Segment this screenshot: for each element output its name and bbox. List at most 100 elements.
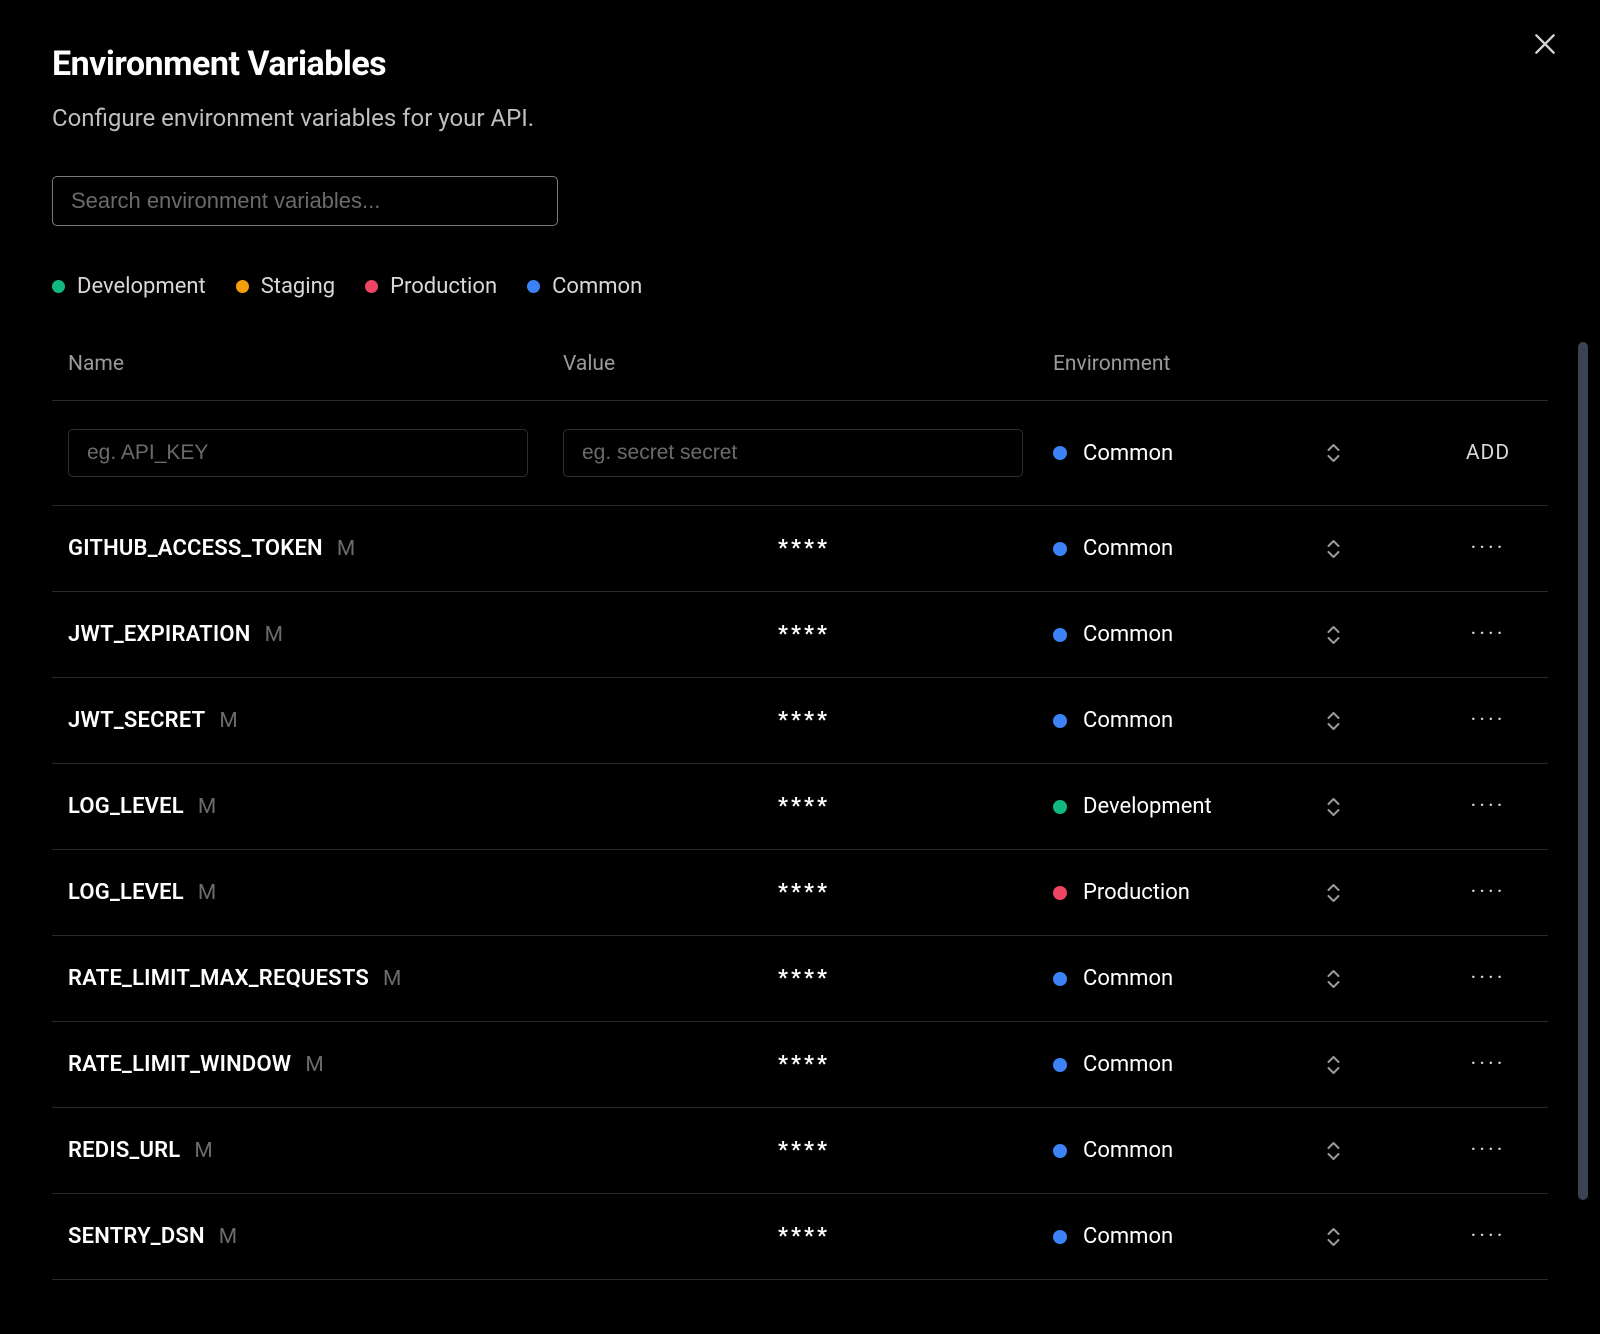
env-sort-toggle[interactable] <box>1303 882 1363 904</box>
var-name: SENTRY_DSN M <box>68 1224 778 1249</box>
legend-item: Production <box>365 274 497 299</box>
add-env-selector[interactable]: Common <box>1053 441 1303 466</box>
row-env-selector[interactable]: Common <box>1053 966 1303 991</box>
row-env-label: Common <box>1083 1224 1173 1249</box>
env-dot-icon <box>1053 714 1067 728</box>
more-button[interactable]: ···· <box>1363 966 1563 991</box>
row-env-label: Common <box>1083 1138 1173 1163</box>
env-dot-icon <box>1053 972 1067 986</box>
var-badge: M <box>305 1053 323 1077</box>
table-row: LOG_LEVEL M **** Production ···· <box>52 850 1548 936</box>
env-sort-toggle[interactable] <box>1303 796 1363 818</box>
row-env-label: Common <box>1083 622 1173 647</box>
row-env-selector[interactable]: Production <box>1053 880 1303 905</box>
more-button[interactable]: ···· <box>1363 1224 1563 1249</box>
row-env-label: Common <box>1083 1052 1173 1077</box>
env-sort-toggle[interactable] <box>1303 710 1363 732</box>
chevron-updown-icon <box>1325 1140 1342 1162</box>
env-sort-toggle[interactable] <box>1303 442 1363 464</box>
legend-label: Common <box>552 274 642 299</box>
env-legend: Development Staging Production Common <box>52 274 1548 299</box>
more-button[interactable]: ···· <box>1363 1138 1563 1163</box>
row-env-selector[interactable]: Common <box>1053 1224 1303 1249</box>
var-value: **** <box>778 1138 1053 1163</box>
var-name-text: GITHUB_ACCESS_TOKEN <box>68 536 323 561</box>
chevron-updown-icon <box>1325 882 1342 904</box>
table-row: JWT_EXPIRATION M **** Common ···· <box>52 592 1548 678</box>
env-sort-toggle[interactable] <box>1303 1226 1363 1248</box>
env-dot-icon <box>1053 542 1067 556</box>
add-var-row: Common ADD <box>52 401 1548 506</box>
var-value: **** <box>778 966 1053 991</box>
col-value: Value <box>563 352 1053 376</box>
more-button[interactable]: ···· <box>1363 536 1563 561</box>
var-name: RATE_LIMIT_MAX_REQUESTS M <box>68 966 778 991</box>
more-button[interactable]: ···· <box>1363 794 1563 819</box>
header: Environment Variables Configure environm… <box>52 44 1548 132</box>
var-value: **** <box>778 880 1053 905</box>
var-value: **** <box>778 536 1053 561</box>
legend-label: Staging <box>261 274 335 299</box>
chevron-updown-icon <box>1325 538 1342 560</box>
var-name: JWT_SECRET M <box>68 708 778 733</box>
env-dot-icon <box>1053 628 1067 642</box>
env-sort-toggle[interactable] <box>1303 624 1363 646</box>
env-dot-icon <box>1053 800 1067 814</box>
legend-item: Staging <box>236 274 335 299</box>
add-value-input[interactable] <box>563 429 1023 477</box>
row-env-selector[interactable]: Common <box>1053 708 1303 733</box>
env-sort-toggle[interactable] <box>1303 1054 1363 1076</box>
legend-dot-icon <box>52 280 65 293</box>
var-name-text: RATE_LIMIT_WINDOW <box>68 1052 291 1077</box>
env-vars-panel: Environment Variables Configure environm… <box>0 0 1600 1280</box>
row-env-selector[interactable]: Common <box>1053 622 1303 647</box>
search-input[interactable] <box>52 176 558 226</box>
var-name-text: JWT_SECRET <box>68 708 205 733</box>
var-name-text: LOG_LEVEL <box>68 880 184 905</box>
env-sort-toggle[interactable] <box>1303 1140 1363 1162</box>
more-button[interactable]: ···· <box>1363 880 1563 905</box>
table-row: LOG_LEVEL M **** Development ···· <box>52 764 1548 850</box>
more-button[interactable]: ···· <box>1363 622 1563 647</box>
var-value: **** <box>778 708 1053 733</box>
chevron-updown-icon <box>1325 968 1342 990</box>
legend-dot-icon <box>365 280 378 293</box>
env-sort-toggle[interactable] <box>1303 968 1363 990</box>
row-env-label: Development <box>1083 794 1212 819</box>
chevron-updown-icon <box>1325 796 1342 818</box>
add-name-input[interactable] <box>68 429 528 477</box>
table-row: RATE_LIMIT_MAX_REQUESTS M **** Common ··… <box>52 936 1548 1022</box>
var-badge: M <box>265 623 283 647</box>
row-env-selector[interactable]: Development <box>1053 794 1303 819</box>
var-name: LOG_LEVEL M <box>68 880 778 905</box>
row-env-selector[interactable]: Common <box>1053 1138 1303 1163</box>
scrollbar[interactable] <box>1578 342 1588 1200</box>
legend-dot-icon <box>527 280 540 293</box>
var-name-text: SENTRY_DSN <box>68 1224 205 1249</box>
var-value: **** <box>778 1052 1053 1077</box>
var-name-text: LOG_LEVEL <box>68 794 184 819</box>
legend-item: Development <box>52 274 206 299</box>
table-row: RATE_LIMIT_WINDOW M **** Common ···· <box>52 1022 1548 1108</box>
legend-label: Production <box>390 274 497 299</box>
table-row: GITHUB_ACCESS_TOKEN M **** Common ···· <box>52 506 1548 592</box>
var-name: RATE_LIMIT_WINDOW M <box>68 1052 778 1077</box>
var-name: LOG_LEVEL M <box>68 794 778 819</box>
row-env-selector[interactable]: Common <box>1053 1052 1303 1077</box>
add-button[interactable]: ADD <box>1363 441 1563 465</box>
var-badge: M <box>198 795 216 819</box>
var-value: **** <box>778 622 1053 647</box>
var-name-text: REDIS_URL <box>68 1138 180 1163</box>
row-env-label: Common <box>1083 708 1173 733</box>
var-name: JWT_EXPIRATION M <box>68 622 778 647</box>
var-name-text: RATE_LIMIT_MAX_REQUESTS <box>68 966 369 991</box>
var-badge: M <box>337 537 355 561</box>
env-dot-icon <box>1053 1230 1067 1244</box>
row-env-selector[interactable]: Common <box>1053 536 1303 561</box>
env-sort-toggle[interactable] <box>1303 538 1363 560</box>
add-env-label: Common <box>1083 441 1173 466</box>
var-badge: M <box>219 709 237 733</box>
legend-label: Development <box>77 274 206 299</box>
more-button[interactable]: ···· <box>1363 1052 1563 1077</box>
more-button[interactable]: ···· <box>1363 708 1563 733</box>
